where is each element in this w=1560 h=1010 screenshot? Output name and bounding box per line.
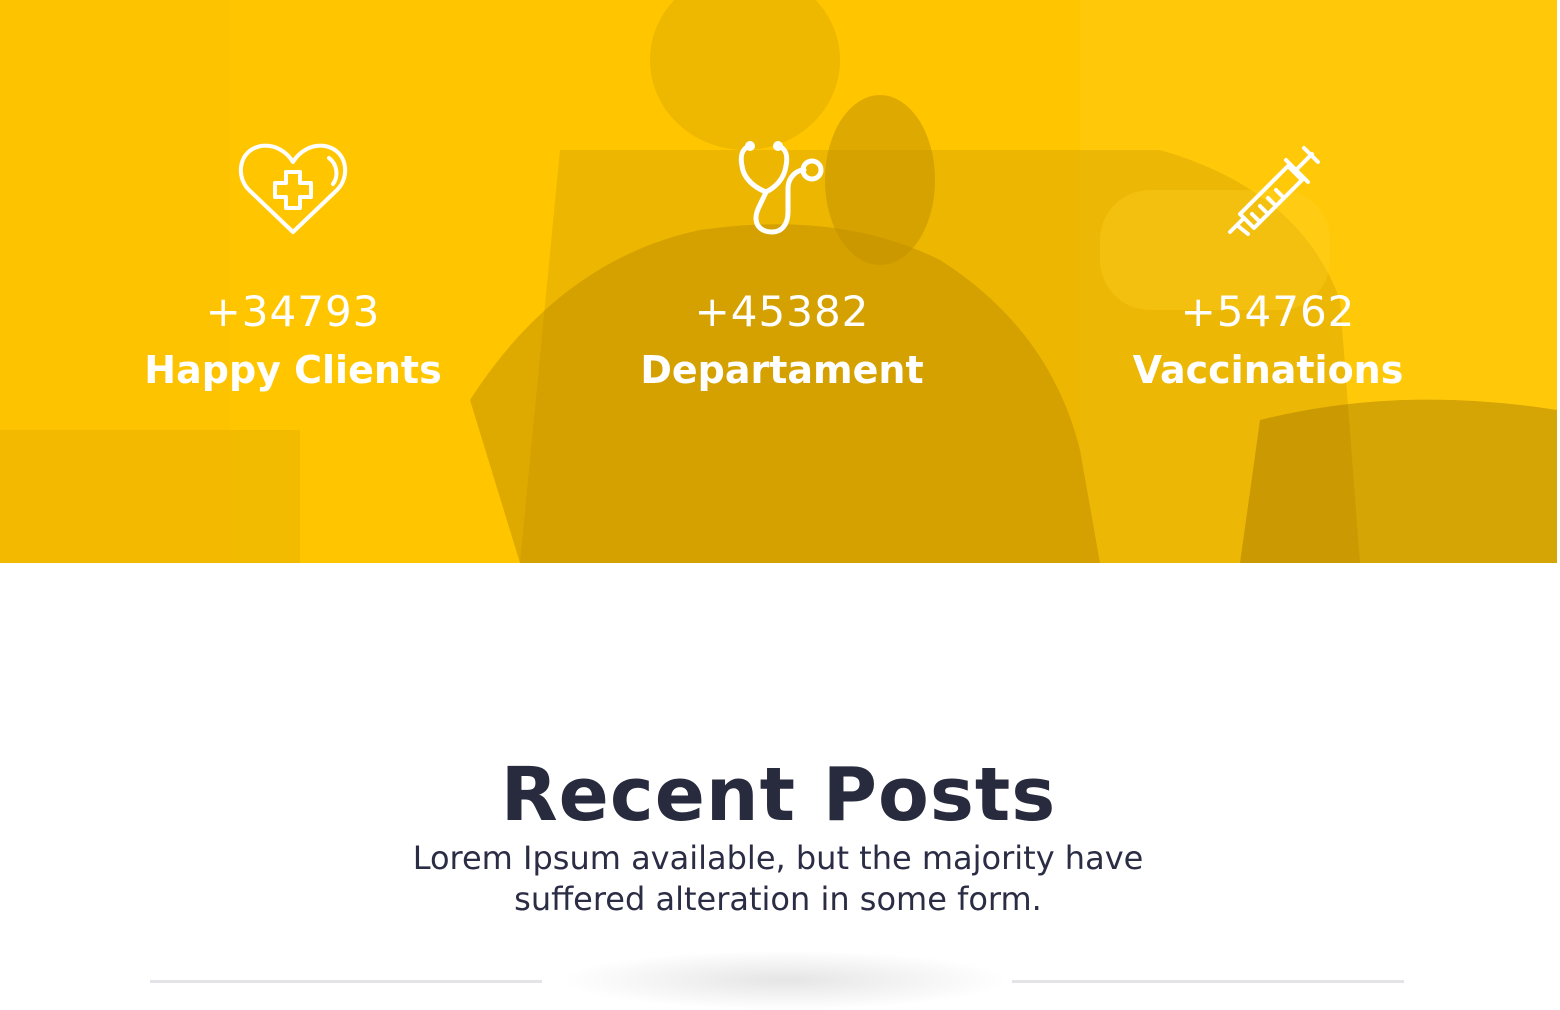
recent-posts-subtitle: Lorem Ipsum available, but the majority …: [412, 839, 1144, 918]
stat-vaccinations: +54762 Vaccinations: [1048, 140, 1488, 394]
stat-number: +54762: [1180, 287, 1356, 336]
recent-posts-title: Recent Posts: [500, 752, 1057, 839]
stat-label: Vaccinations: [1132, 348, 1404, 392]
stat-label: Happy Clients: [144, 348, 442, 392]
stat-happy-clients: +34793 Happy Clients: [73, 140, 513, 394]
stat-departament: +45382 Departament: [562, 140, 1002, 394]
stats-section: +34793 Happy Clients +45382 Departament: [0, 0, 1557, 563]
stat-number: +34793: [205, 287, 381, 336]
post-card-shadow: [560, 950, 1010, 1010]
heart-plus-icon: [239, 143, 347, 234]
stethoscope-icon: [738, 141, 824, 235]
syringe-icon: [1228, 146, 1320, 236]
stat-number: +45382: [694, 287, 870, 336]
stat-label: Departament: [640, 348, 924, 392]
